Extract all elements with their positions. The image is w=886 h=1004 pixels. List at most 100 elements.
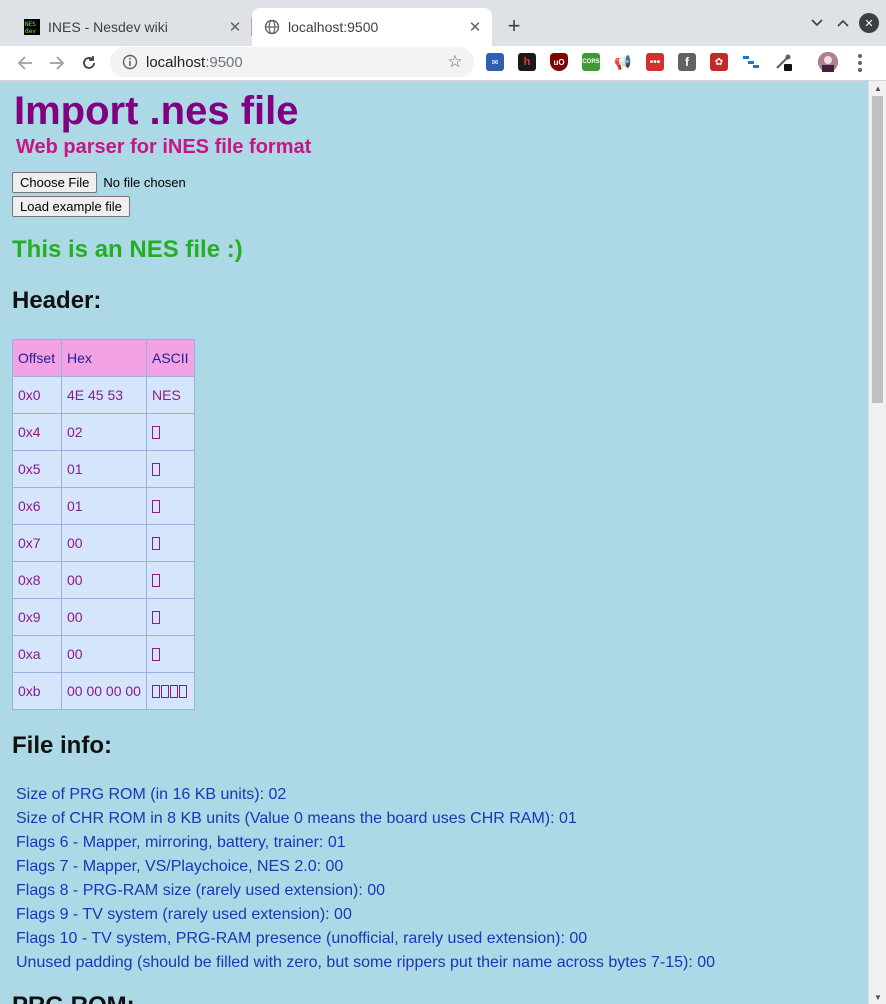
hex-cell: 4E 45 53 [61,376,147,414]
browser-toolbar: localhost:9500 ☆ ✉ h uO CORS 📢 ••• f ✿ [0,46,886,81]
eyedropper-icon[interactable] [774,53,792,71]
profile-avatar[interactable] [818,52,838,72]
table-row: 0xa 00 [12,635,195,673]
svg-text:NES: NES [25,21,36,28]
offset-cell: 0x6 [12,487,62,525]
kebab-menu-icon[interactable] [850,51,870,75]
scroll-up-arrow-icon[interactable]: ▲ [869,81,886,95]
table-row: 0xb 00 00 00 00 [12,672,195,710]
tab-localhost[interactable]: localhost:9500 ✕ [252,8,492,46]
ascii-cell: NES [146,376,195,414]
reload-icon[interactable] [76,50,102,76]
file-info-item: Flags 9 - TV system (rarely used extensi… [16,906,352,923]
load-example-button[interactable]: Load example file [12,196,130,217]
offset-cell: 0x4 [12,413,62,451]
column-header-ascii: ASCII [146,339,195,377]
ascii-cell [146,524,195,562]
offset-cell: 0x5 [12,450,62,488]
status-message: This is an NES file :) [12,236,243,263]
unprintable-char-glyph [152,500,160,513]
choose-file-button[interactable]: Choose File [12,172,98,193]
unprintable-char-glyph [152,611,160,624]
ublock-icon[interactable]: uO [550,53,568,71]
file-info-list: Size of PRG ROM (in 16 KB units): 02 Size… [16,783,715,975]
nesdev-favicon-icon: NES dev [24,19,40,35]
new-tab-button[interactable]: + [500,12,528,40]
unprintable-char-glyph [161,685,169,698]
file-info-item: Size of PRG ROM (in 16 KB units): 02 [16,786,287,803]
prg-rom-heading: PRG ROM: [12,992,135,1004]
header-table-body: 0x0 4E 45 53 NES 0x4 02 0x5 01 0x6 01 0x7 00 0x8 00 0… [12,376,195,710]
ascii-cell [146,450,195,488]
unprintable-char-glyph [152,648,160,661]
offset-cell: 0x0 [12,376,62,414]
tab-title: INES - Nesdev wiki [48,19,168,35]
file-input[interactable]: Choose File No file chosen [12,172,186,193]
table-row: 0x6 01 [12,487,195,525]
close-tab-icon[interactable]: ✕ [226,18,244,36]
forward-arrow-icon[interactable] [44,50,70,76]
tab-title: localhost:9500 [288,19,379,35]
offset-cell: 0xb [12,672,62,710]
window-close-icon[interactable]: ✕ [859,13,879,33]
column-header-offset: Offset [12,339,62,377]
reddit-icon[interactable]: ✿ [710,53,728,71]
bookmark-star-icon[interactable]: ☆ [446,53,464,71]
flow-icon[interactable] [742,53,760,71]
svg-text:dev: dev [25,28,36,35]
table-row: 0x5 01 [12,450,195,488]
hex-cell: 01 [61,450,147,488]
close-tab-icon[interactable]: ✕ [466,18,484,36]
hex-cell: 00 [61,524,147,562]
table-row: 0x0 4E 45 53 NES [12,376,195,414]
offset-cell: 0xa [12,635,62,673]
address-bar[interactable]: localhost:9500 ☆ [110,47,474,77]
mail-icon[interactable]: ✉ [486,53,504,71]
file-info-item: Flags 6 - Mapper, mirroring, battery, tr… [16,834,346,851]
ascii-cell [146,598,195,636]
megaphone-icon[interactable]: 📢 [614,53,632,71]
offset-cell: 0x7 [12,524,62,562]
ascii-cell [146,487,195,525]
tab-ines-nesdev-wiki[interactable]: NES dev INES - Nesdev wiki ✕ [0,8,252,46]
file-info-item: Flags 8 - PRG-RAM size (rarely used exte… [16,882,386,899]
globe-icon [264,19,280,35]
table-row: 0x8 00 [12,561,195,599]
unprintable-char-glyph [152,463,160,476]
file-info-item: Unused padding (should be filled with ze… [16,954,716,971]
ascii-cell [146,635,195,673]
page-subtitle: Web parser for iNES file format [16,136,312,158]
hex-cell: 00 [61,598,147,636]
ascii-cell [146,672,195,710]
hex-cell: 02 [61,413,147,451]
back-arrow-icon[interactable] [12,50,38,76]
ascii-cell [146,561,195,599]
chevron-down-icon[interactable] [806,12,828,34]
h-icon[interactable]: h [518,53,536,71]
table-row: 0x7 00 [12,524,195,562]
unprintable-char-glyph [152,685,160,698]
file-info-item: Flags 7 - Mapper, VS/Playchoice, NES 2.0… [16,858,344,875]
file-info-heading: File info: [12,732,112,759]
scrollbar-thumb[interactable] [872,96,883,403]
unprintable-char-glyph [152,574,160,587]
cors-icon[interactable]: CORS [582,53,600,71]
unprintable-char-glyph [152,537,160,550]
table-header-row: Offset Hex ASCII [12,339,195,377]
facebook-icon[interactable]: f [678,53,696,71]
info-icon[interactable] [122,54,138,70]
hex-cell: 00 [61,561,147,599]
tab-strip: NES dev INES - Nesdev wiki ✕ localhost:95… [0,0,886,46]
table-row: 0x9 00 [12,598,195,636]
header-table: Offset Hex ASCII 0x0 4E 45 53 NES 0x4 02 0x5 0… [12,339,195,710]
dots-icon[interactable]: ••• [646,53,664,71]
offset-cell: 0x8 [12,561,62,599]
page-scrollbar[interactable]: ▲ ▼ [868,81,886,1004]
chevron-up-icon[interactable] [832,12,854,34]
hex-cell: 00 [61,635,147,673]
offset-cell: 0x9 [12,598,62,636]
ascii-cell [146,413,195,451]
scroll-down-arrow-icon[interactable]: ▼ [869,990,886,1004]
file-info-item: Flags 10 - TV system, PRG-RAM presence (… [16,930,588,947]
no-file-text: No file chosen [103,175,186,190]
